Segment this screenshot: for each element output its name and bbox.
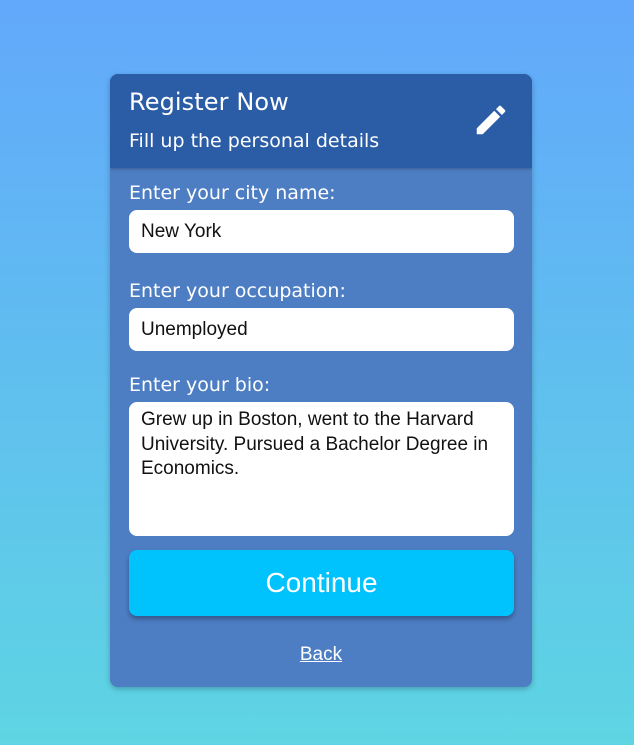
occupation-input[interactable]: [129, 308, 514, 351]
occupation-label: Enter your occupation:: [129, 280, 346, 302]
city-label: Enter your city name:: [129, 182, 336, 204]
city-input[interactable]: [129, 210, 514, 253]
city-field-group: Enter your city name:: [129, 180, 514, 253]
page-title: Register Now: [129, 88, 289, 116]
bio-textarea[interactable]: Grew up in Boston, went to the Harvard U…: [129, 402, 514, 536]
card-header: Register Now Fill up the personal detail…: [110, 74, 532, 168]
register-card: Register Now Fill up the personal detail…: [110, 74, 532, 687]
pencil-icon[interactable]: [472, 101, 510, 139]
registration-form: Enter your city name: Enter your occupat…: [129, 180, 514, 557]
continue-button[interactable]: Continue: [129, 550, 514, 616]
bio-field-group: Enter your bio: Grew up in Boston, went …: [129, 372, 514, 536]
page-subtitle: Fill up the personal details: [129, 130, 380, 152]
bio-label: Enter your bio:: [129, 374, 271, 396]
occupation-field-group: Enter your occupation:: [129, 278, 514, 351]
back-link[interactable]: Back: [110, 644, 532, 666]
